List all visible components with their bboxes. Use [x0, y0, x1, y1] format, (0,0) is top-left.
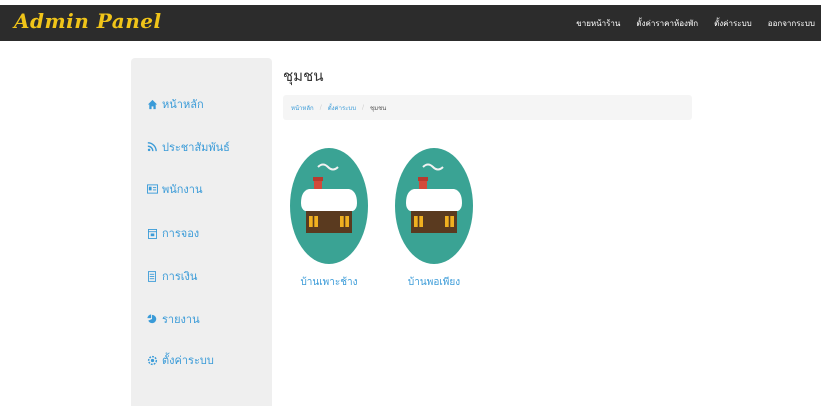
nav-link-room-price[interactable]: ตั้งค่าราคาห้องพัก: [636, 17, 698, 30]
breadcrumb-separator: /: [362, 104, 365, 111]
brand-logo[interactable]: Admin Panel: [14, 9, 162, 33]
house-icon: [395, 148, 473, 264]
nav-link-logout[interactable]: ออกจากระบบ: [768, 17, 815, 30]
document-icon: [146, 270, 158, 282]
gear-icon: [146, 354, 158, 366]
breadcrumb-link-home[interactable]: หน้าหลัก: [291, 103, 314, 113]
sidebar-item-booking[interactable]: การจอง: [146, 224, 199, 242]
sidebar-item-settings[interactable]: ตั้งค่าระบบ: [146, 351, 214, 369]
community-card-1[interactable]: บ้านเพาะช้าง: [289, 147, 369, 288]
sidebar-item-report[interactable]: รายงาน: [146, 310, 200, 328]
sidebar-item-home[interactable]: หน้าหลัก: [146, 95, 204, 113]
id-card-icon: [146, 183, 158, 195]
sidebar-item-label: พนักงาน: [162, 183, 203, 196]
sidebar-item-finance[interactable]: การเงิน: [146, 267, 197, 285]
sidebar-item-label: การจอง: [162, 227, 200, 240]
breadcrumb: หน้าหลัก / ตั้งค่าระบบ / ชุมชน: [283, 95, 692, 120]
sidebar-item-label: หน้าหลัก: [162, 98, 204, 111]
sidebar: หน้าหลัก ประชาสัมพันธ์ พนักงาน การจอง กา…: [131, 58, 272, 406]
top-nav-menu: ขายหน้าร้าน ตั้งค่าราคาห้องพัก ตั้งค่าระ…: [560, 17, 815, 30]
top-navbar: Admin Panel ขายหน้าร้าน ตั้งค่าราคาห้องพ…: [0, 5, 821, 41]
house-icon: [290, 148, 368, 264]
rss-icon: [146, 141, 158, 153]
community-card-2[interactable]: บ้านพอเพียง: [394, 147, 474, 288]
home-icon: [146, 98, 158, 110]
page-title: ชุมชน: [283, 67, 324, 85]
nav-link-settings[interactable]: ตั้งค่าระบบ: [714, 17, 752, 30]
sidebar-item-label: ตั้งค่าระบบ: [162, 354, 214, 367]
community-name[interactable]: บ้านพอเพียง: [394, 275, 474, 290]
breadcrumb-current: ชุมชน: [370, 104, 387, 112]
nav-link-pos[interactable]: ขายหน้าร้าน: [576, 17, 620, 30]
sidebar-item-label: ประชาสัมพันธ์: [162, 141, 230, 154]
sidebar-item-label: การเงิน: [162, 270, 198, 283]
sidebar-item-label: รายงาน: [162, 313, 200, 326]
chart-icon: [146, 313, 158, 325]
calendar-icon: [146, 227, 158, 239]
sidebar-item-news[interactable]: ประชาสัมพันธ์: [146, 138, 230, 156]
breadcrumb-link-settings[interactable]: ตั้งค่าระบบ: [328, 103, 356, 113]
breadcrumb-separator: /: [319, 104, 322, 111]
community-name[interactable]: บ้านเพาะช้าง: [289, 275, 369, 290]
sidebar-item-staff[interactable]: พนักงาน: [146, 180, 203, 198]
